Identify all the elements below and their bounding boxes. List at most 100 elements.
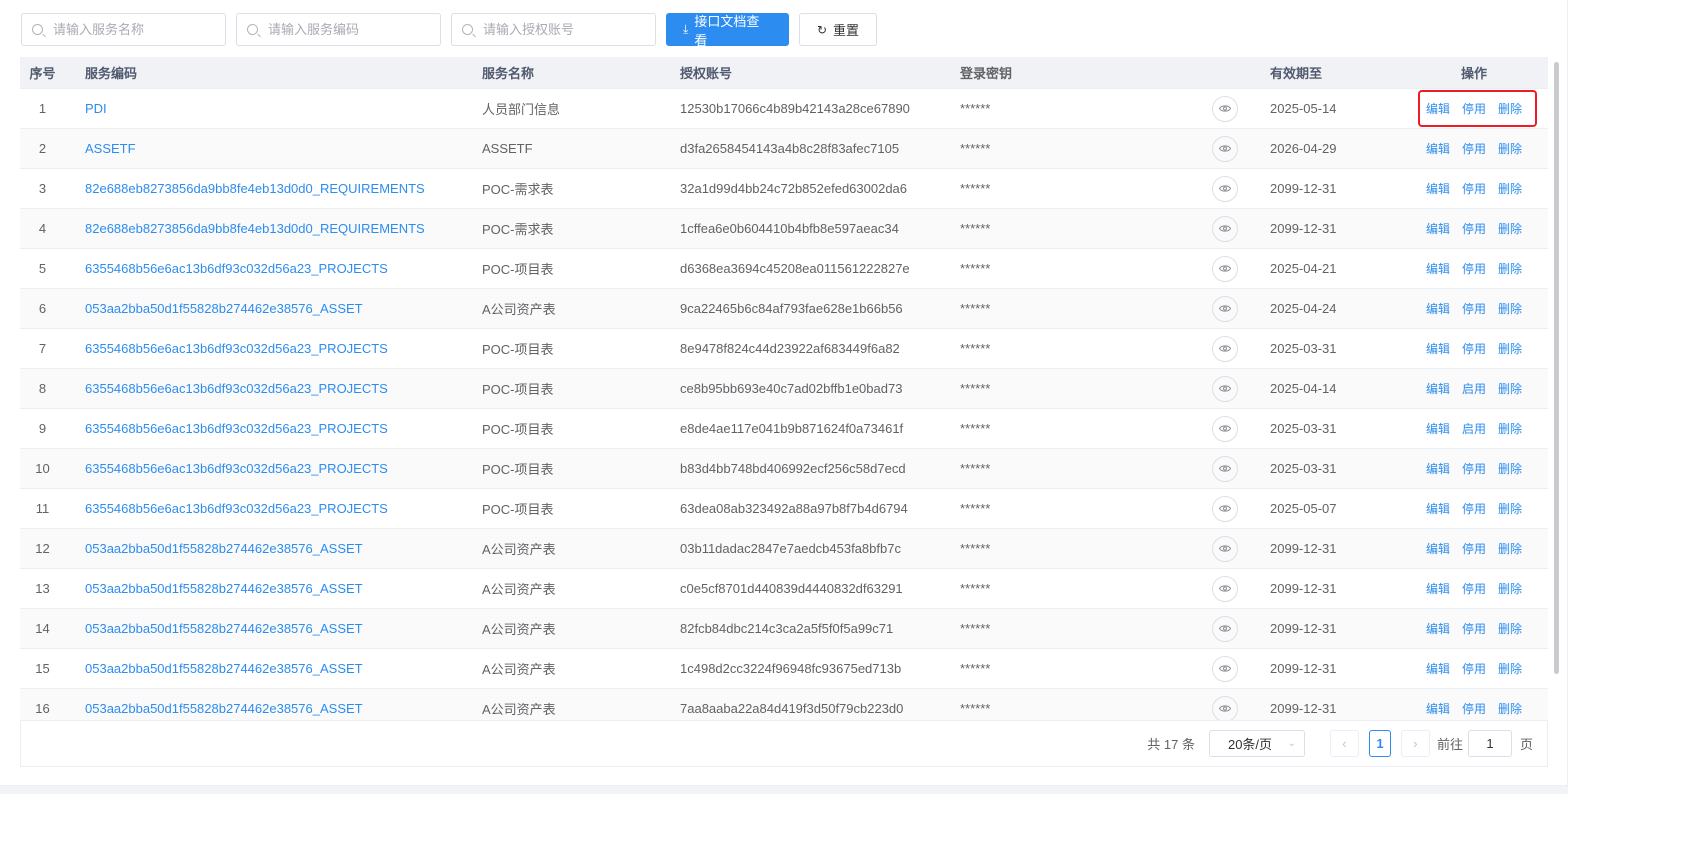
page-1-button[interactable]: 1 bbox=[1368, 730, 1391, 757]
toggle-status-button[interactable]: 停用 bbox=[1462, 262, 1486, 276]
service-code-link[interactable]: 6355468b56e6ac13b6df93c032d56a23_PROJECT… bbox=[65, 381, 462, 396]
edit-button[interactable]: 编辑 bbox=[1426, 342, 1450, 356]
page-size-select[interactable]: 20条/页 ⌄ bbox=[1208, 730, 1305, 757]
toggle-status-button[interactable]: 启用 bbox=[1462, 382, 1486, 396]
toggle-status-button[interactable]: 停用 bbox=[1462, 542, 1486, 556]
toggle-status-button[interactable]: 停用 bbox=[1462, 582, 1486, 596]
eye-icon[interactable] bbox=[1212, 655, 1238, 682]
service-code-link[interactable]: 053aa2bba50d1f55828b274462e38576_ASSET bbox=[65, 621, 462, 636]
edit-button[interactable]: 编辑 bbox=[1426, 262, 1450, 276]
next-page-button[interactable]: › bbox=[1400, 730, 1430, 757]
service-code-link[interactable]: 6355468b56e6ac13b6df93c032d56a23_PROJECT… bbox=[65, 501, 462, 516]
service-code-link[interactable]: 6355468b56e6ac13b6df93c032d56a23_PROJECT… bbox=[65, 421, 462, 436]
delete-button[interactable]: 删除 bbox=[1498, 662, 1522, 676]
service-name-search[interactable] bbox=[21, 13, 226, 46]
delete-button[interactable]: 删除 bbox=[1498, 622, 1522, 636]
prev-page-button[interactable]: ‹ bbox=[1329, 730, 1359, 757]
service-code-link[interactable]: 053aa2bba50d1f55828b274462e38576_ASSET bbox=[65, 701, 462, 716]
edit-button[interactable]: 编辑 bbox=[1426, 422, 1450, 436]
delete-button[interactable]: 删除 bbox=[1498, 262, 1522, 276]
service-code-link[interactable]: 82e688eb8273856da9bb8fe4eb13d0d0_REQUIRE… bbox=[65, 181, 462, 196]
edit-button[interactable]: 编辑 bbox=[1426, 582, 1450, 596]
delete-button[interactable]: 删除 bbox=[1498, 182, 1522, 196]
delete-button[interactable]: 删除 bbox=[1498, 422, 1522, 436]
edit-button[interactable]: 编辑 bbox=[1426, 182, 1450, 196]
service-code-link[interactable]: 053aa2bba50d1f55828b274462e38576_ASSET bbox=[65, 301, 462, 316]
service-code-link[interactable]: 6355468b56e6ac13b6df93c032d56a23_PROJECT… bbox=[65, 461, 462, 476]
edit-button[interactable]: 编辑 bbox=[1426, 382, 1450, 396]
toggle-status-button[interactable]: 停用 bbox=[1462, 502, 1486, 516]
eye-icon[interactable] bbox=[1212, 255, 1238, 282]
service-code-link[interactable]: PDI bbox=[65, 101, 462, 116]
toggle-status-button[interactable]: 停用 bbox=[1462, 102, 1486, 116]
eye-icon[interactable] bbox=[1212, 455, 1238, 482]
edit-button[interactable]: 编辑 bbox=[1426, 542, 1450, 556]
service-code-link[interactable]: ASSETF bbox=[65, 141, 462, 156]
account-input[interactable] bbox=[483, 22, 643, 37]
edit-button[interactable]: 编辑 bbox=[1426, 142, 1450, 156]
service-code-link[interactable]: 053aa2bba50d1f55828b274462e38576_ASSET bbox=[65, 541, 462, 556]
delete-button[interactable]: 删除 bbox=[1498, 702, 1522, 716]
toggle-status-button[interactable]: 停用 bbox=[1462, 302, 1486, 316]
toggle-status-button[interactable]: 停用 bbox=[1462, 222, 1486, 236]
api-docs-button[interactable]: ⤓ 接口文档查看 bbox=[666, 13, 789, 48]
toggle-status-button[interactable]: 启用 bbox=[1462, 422, 1486, 436]
delete-button[interactable]: 删除 bbox=[1498, 462, 1522, 476]
service-code-input[interactable] bbox=[268, 22, 428, 37]
edit-button[interactable]: 编辑 bbox=[1426, 502, 1450, 516]
service-code-link[interactable]: 6355468b56e6ac13b6df93c032d56a23_PROJECT… bbox=[65, 341, 462, 356]
eye-icon[interactable] bbox=[1212, 495, 1238, 522]
toggle-status-button[interactable]: 停用 bbox=[1462, 462, 1486, 476]
account-search[interactable] bbox=[451, 13, 656, 46]
service-code-link[interactable]: 053aa2bba50d1f55828b274462e38576_ASSET bbox=[65, 581, 462, 596]
toggle-status-button[interactable]: 停用 bbox=[1462, 702, 1486, 716]
delete-button[interactable]: 删除 bbox=[1498, 582, 1522, 596]
edit-button[interactable]: 编辑 bbox=[1426, 662, 1450, 676]
service-code-link[interactable]: 6355468b56e6ac13b6df93c032d56a23_PROJECT… bbox=[65, 261, 462, 276]
delete-button[interactable]: 删除 bbox=[1498, 142, 1522, 156]
table-row: 9 6355468b56e6ac13b6df93c032d56a23_PROJEC… bbox=[20, 409, 1548, 449]
toggle-status-button[interactable]: 停用 bbox=[1462, 342, 1486, 356]
row-actions: 编辑 停用 删除 bbox=[1400, 100, 1548, 117]
delete-button[interactable]: 删除 bbox=[1498, 102, 1522, 116]
eye-icon[interactable] bbox=[1212, 375, 1238, 402]
table-row: 15 053aa2bba50d1f55828b274462e38576_ASSET… bbox=[20, 649, 1548, 689]
delete-button[interactable]: 删除 bbox=[1498, 222, 1522, 236]
service-code-link[interactable]: 053aa2bba50d1f55828b274462e38576_ASSET bbox=[65, 661, 462, 676]
col-expiry: 有效期至 bbox=[1270, 66, 1323, 81]
toggle-status-button[interactable]: 停用 bbox=[1462, 622, 1486, 636]
edit-button[interactable]: 编辑 bbox=[1426, 702, 1450, 716]
eye-icon[interactable] bbox=[1212, 415, 1238, 442]
eye-icon[interactable] bbox=[1212, 135, 1238, 162]
eye-icon[interactable] bbox=[1212, 335, 1238, 362]
service-code-link[interactable]: 82e688eb8273856da9bb8fe4eb13d0d0_REQUIRE… bbox=[65, 221, 462, 236]
delete-button[interactable]: 删除 bbox=[1498, 382, 1522, 396]
service-code-search[interactable] bbox=[236, 13, 441, 46]
account: d6368ea3694c45208ea011561222827e bbox=[680, 261, 910, 276]
eye-icon[interactable] bbox=[1212, 215, 1238, 242]
reset-button[interactable]: ↻ 重置 bbox=[799, 13, 877, 46]
edit-button[interactable]: 编辑 bbox=[1426, 622, 1450, 636]
toggle-status-button[interactable]: 停用 bbox=[1462, 182, 1486, 196]
edit-button[interactable]: 编辑 bbox=[1426, 102, 1450, 116]
eye-icon[interactable] bbox=[1212, 695, 1238, 720]
eye-icon[interactable] bbox=[1212, 615, 1238, 642]
eye-icon[interactable] bbox=[1212, 575, 1238, 602]
edit-button[interactable]: 编辑 bbox=[1426, 222, 1450, 236]
toggle-status-button[interactable]: 停用 bbox=[1462, 142, 1486, 156]
eye-icon[interactable] bbox=[1212, 95, 1238, 122]
edit-button[interactable]: 编辑 bbox=[1426, 302, 1450, 316]
table-row: 4 82e688eb8273856da9bb8fe4eb13d0d0_REQUIR… bbox=[20, 209, 1548, 249]
goto-page-input[interactable]: 1 bbox=[1467, 730, 1512, 757]
eye-icon[interactable] bbox=[1212, 535, 1238, 562]
scrollbar[interactable] bbox=[1554, 62, 1559, 674]
service-name-input[interactable] bbox=[53, 22, 213, 37]
eye-icon[interactable] bbox=[1212, 175, 1238, 202]
edit-button[interactable]: 编辑 bbox=[1426, 462, 1450, 476]
delete-button[interactable]: 删除 bbox=[1498, 302, 1522, 316]
delete-button[interactable]: 删除 bbox=[1498, 342, 1522, 356]
delete-button[interactable]: 删除 bbox=[1498, 542, 1522, 556]
eye-icon[interactable] bbox=[1212, 295, 1238, 322]
delete-button[interactable]: 删除 bbox=[1498, 502, 1522, 516]
toggle-status-button[interactable]: 停用 bbox=[1462, 662, 1486, 676]
